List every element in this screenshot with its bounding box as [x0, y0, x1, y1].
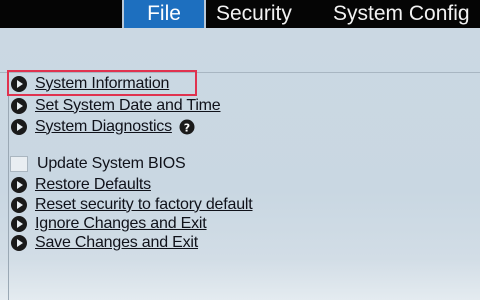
tab-system-config[interactable]: System Config — [333, 0, 470, 28]
menu-item-label: Update System BIOS — [37, 154, 186, 172]
menu-item-label: Ignore Changes and Exit — [35, 214, 207, 232]
menu-item-label: Set System Date and Time — [35, 96, 221, 114]
tab-file[interactable]: File — [122, 0, 206, 28]
tab-security-label: Security — [216, 2, 292, 25]
menu-item-label: Restore Defaults — [35, 175, 151, 193]
svg-text:?: ? — [184, 121, 190, 134]
menu-item-reset-security[interactable]: Reset security to factory default — [10, 195, 253, 214]
tab-security[interactable]: Security — [216, 0, 292, 28]
menu-item-label: Save Changes and Exit — [35, 233, 199, 251]
menu-item-restore-defaults[interactable]: Restore Defaults — [10, 175, 151, 194]
arrow-bullet-icon — [10, 97, 28, 115]
arrow-bullet-icon — [10, 234, 28, 252]
help-icon[interactable]: ? — [179, 119, 195, 135]
tab-file-label: File — [147, 2, 181, 25]
arrow-bullet-icon — [10, 176, 28, 194]
menu-item-ignore-exit[interactable]: Ignore Changes and Exit — [10, 214, 207, 233]
panel-border — [8, 83, 9, 300]
menu-item-label: System Diagnostics — [35, 117, 172, 135]
arrow-bullet-icon — [10, 118, 28, 136]
menu-item-label: Reset security to factory default — [35, 195, 253, 213]
menu-item-set-date-time[interactable]: Set System Date and Time — [10, 96, 221, 115]
menu-item-system-diagnostics[interactable]: System Diagnostics ? — [10, 117, 195, 136]
menu-item-update-bios[interactable]: Update System BIOS — [10, 154, 186, 173]
menu-bar: File Security System Config — [0, 0, 480, 28]
checkbox-icon[interactable] — [10, 155, 28, 172]
selection-highlight — [7, 70, 197, 96]
arrow-bullet-icon — [10, 215, 28, 233]
arrow-bullet-icon — [10, 196, 28, 214]
tab-system-config-label: System Config — [333, 2, 470, 25]
menu-item-save-exit[interactable]: Save Changes and Exit — [10, 233, 198, 252]
